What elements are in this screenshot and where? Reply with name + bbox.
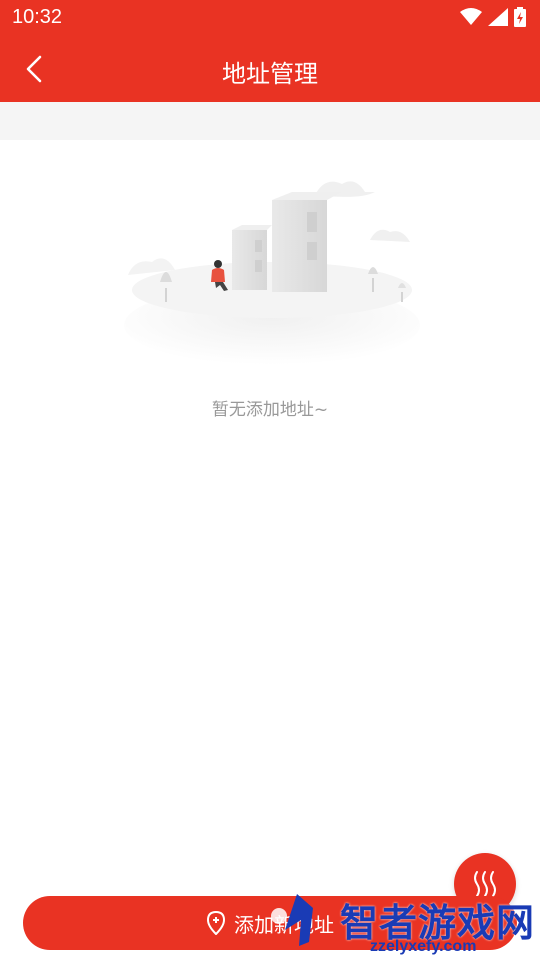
wifi-icon (460, 8, 482, 25)
page-title: 地址管理 (222, 60, 318, 88)
section-divider (0, 102, 540, 140)
watermark-logo (271, 894, 313, 946)
status-bar: 10:32 (0, 0, 540, 36)
status-time: 10:32 (12, 6, 63, 28)
empty-address-illustration (124, 181, 420, 365)
status-icons (460, 7, 526, 27)
app-bar: 地址管理 (0, 36, 540, 102)
empty-state-message: 暂无添加地址~ (211, 400, 329, 420)
battery-icon (514, 7, 526, 27)
location-pin-icon (206, 911, 226, 935)
watermark: 智者游戏网 zzelyxefy.com (265, 890, 540, 960)
watermark-url: zzelyxefy.com (370, 938, 477, 955)
signal-icon (488, 8, 508, 26)
